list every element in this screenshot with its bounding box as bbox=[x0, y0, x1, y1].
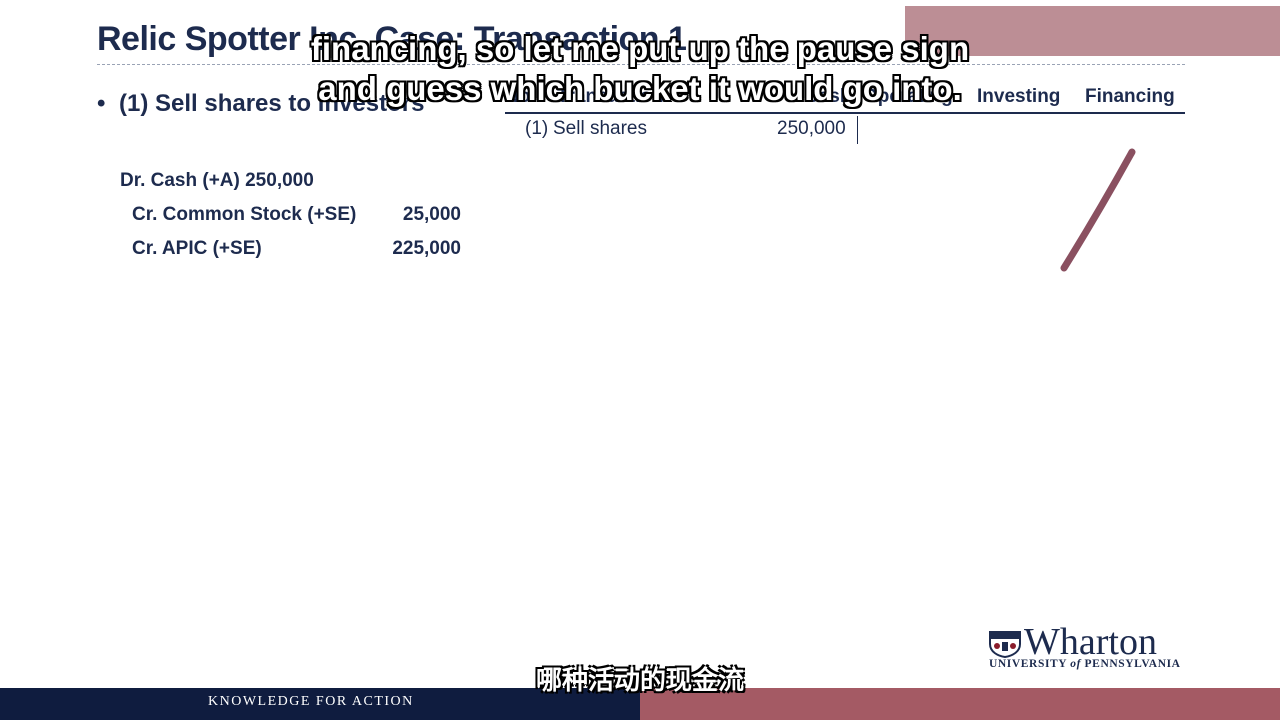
row-no: (1) bbox=[525, 118, 549, 139]
journal-credit-apic-amount: 225,000 bbox=[392, 238, 461, 259]
subtitle-english-line1: financing, so let me put up the pause si… bbox=[310, 30, 970, 67]
pen-annotation-stroke bbox=[1060, 148, 1136, 272]
journal-debit-cash: Dr. Cash (+A) 250,000 bbox=[120, 170, 314, 191]
subtitle-english-line2: and guess which bucket it would go into. bbox=[318, 70, 962, 107]
penn-shield-icon bbox=[989, 631, 1021, 658]
row-cash: 250,000 bbox=[777, 118, 846, 139]
subtitle-chinese: 哪种活动的现金流 bbox=[535, 665, 744, 695]
journal-credit-common-stock: Cr. Common Stock (+SE) bbox=[132, 204, 357, 225]
journal-credit-common-stock-amount: 25,000 bbox=[402, 204, 461, 225]
journal-credit-apic: Cr. APIC (+SE) bbox=[132, 238, 262, 259]
table-column-divider bbox=[857, 116, 858, 144]
row-transaction: Sell shares bbox=[553, 118, 647, 139]
